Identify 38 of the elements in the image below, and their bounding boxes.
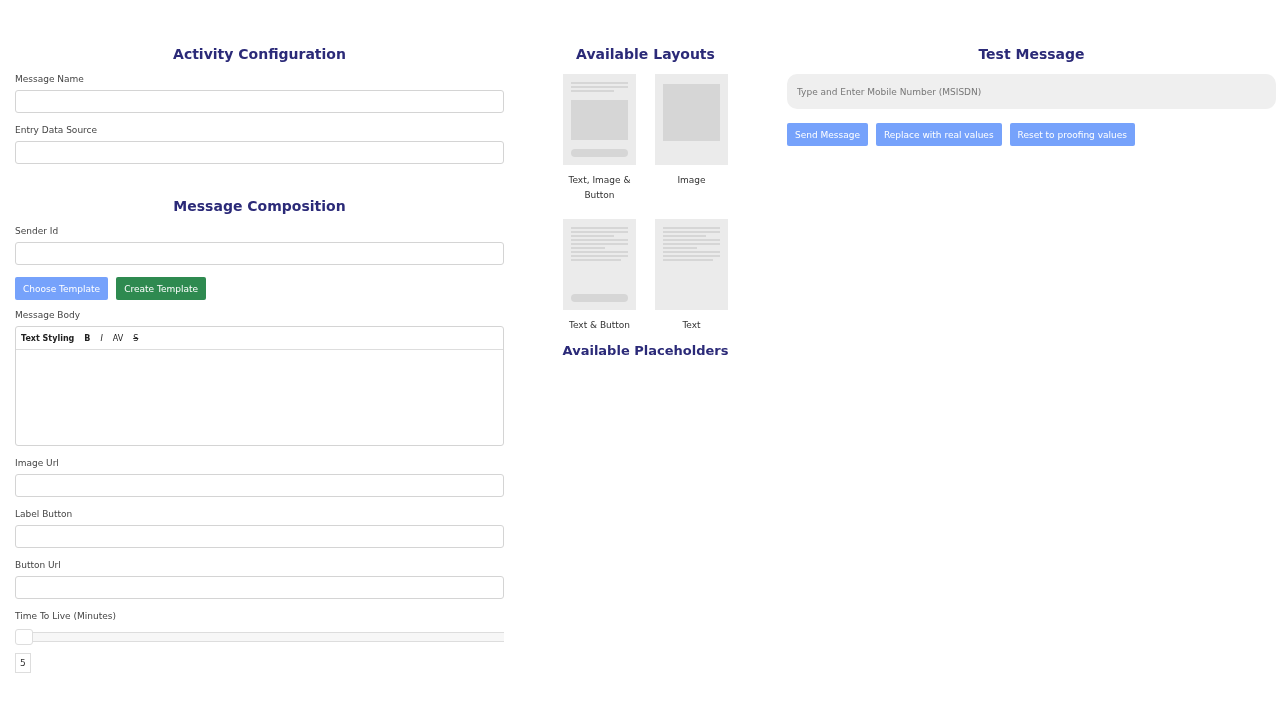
layout-thumbnail[interactable] (563, 74, 636, 165)
layout-label: Image (677, 174, 706, 187)
section-title: Test Message (977, 45, 1086, 64)
slider-thumb[interactable] (15, 629, 33, 645)
layout-label: Text (682, 319, 701, 332)
toolbar-item: Text Styling (21, 333, 75, 343)
field-label: Entry Data Source (15, 125, 98, 135)
field-label: Message Body (15, 310, 81, 320)
field-label: Message Name (15, 74, 84, 84)
input-field[interactable] (15, 576, 504, 599)
section-title: Message Composition (172, 197, 347, 216)
input-field[interactable] (15, 525, 504, 548)
layout-thumbnail[interactable] (655, 219, 728, 310)
input-field[interactable] (15, 141, 504, 164)
section-title: Available Placeholders (562, 342, 729, 360)
section-title: Available Layouts (575, 45, 716, 64)
slider-track[interactable] (15, 629, 504, 645)
slider-value: 5 (15, 653, 31, 673)
field-label: Label Button (15, 509, 73, 519)
section-title: Activity Configuration (172, 45, 347, 64)
rich-text-editor[interactable]: Text Styling B I AV S (15, 326, 504, 446)
toolbar-item[interactable]: I (100, 333, 103, 343)
layout-label: Text & Button (568, 319, 631, 332)
field-label: Button Url (15, 560, 61, 570)
input-field[interactable] (15, 90, 504, 113)
layout-thumbnail[interactable] (655, 74, 728, 165)
toolbar-item[interactable]: S (133, 333, 139, 343)
phone-number-field[interactable]: Type and Enter Mobile Number (MSISDN) (787, 74, 1276, 109)
template-button[interactable]: Create Template (116, 277, 206, 300)
layout-label: Text, Image & Button (567, 174, 632, 202)
field-label: Sender Id (15, 226, 59, 236)
field-label: Time To Live (Minutes) (15, 611, 116, 621)
input-field[interactable] (15, 474, 504, 497)
input-field[interactable] (15, 242, 504, 265)
layout-thumbnail[interactable] (563, 219, 636, 310)
toolbar-item[interactable]: B (84, 333, 91, 343)
field-label: Image Url (15, 458, 59, 468)
toolbar-item[interactable]: AV (112, 333, 124, 343)
